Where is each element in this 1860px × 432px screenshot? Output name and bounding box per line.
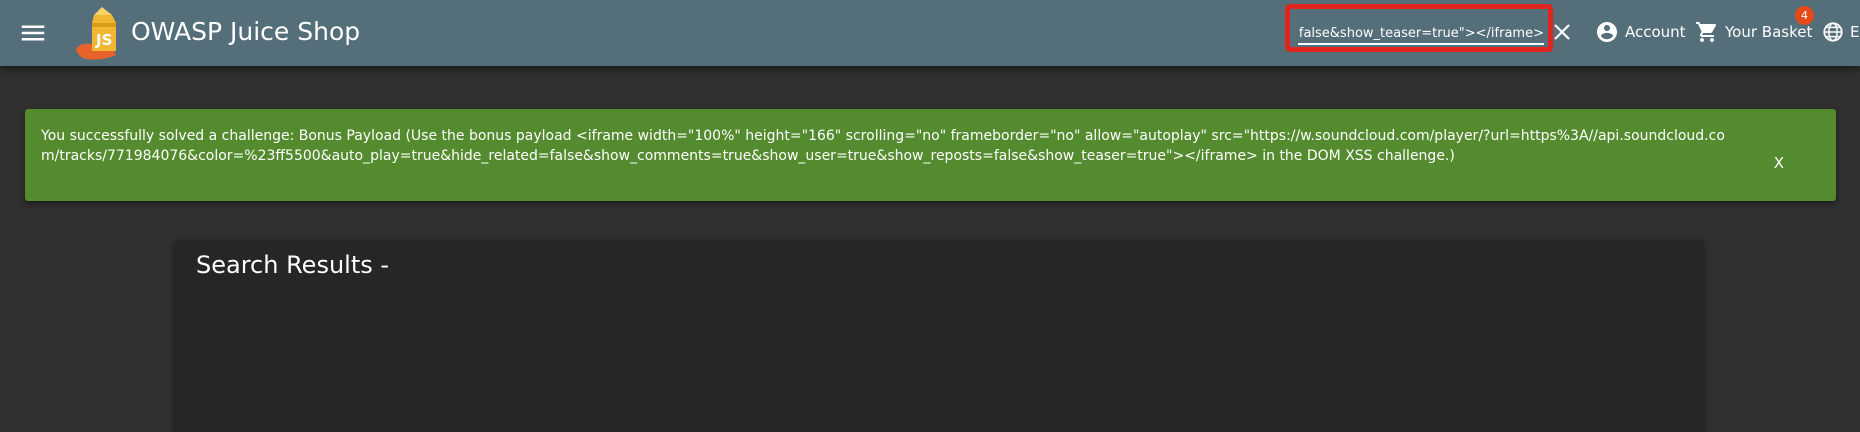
- search-highlight-box: [1285, 4, 1553, 52]
- account-circle-icon: [1597, 22, 1617, 42]
- basket-label: Your Basket: [1725, 23, 1813, 41]
- notification-close-button[interactable]: X: [1774, 154, 1784, 172]
- juice-shop-logo[interactable]: JS: [72, 5, 124, 61]
- basket-button[interactable]: Your Basket: [1695, 18, 1812, 46]
- menu-icon: [21, 25, 45, 41]
- search-results-title: Search Results -: [196, 251, 390, 279]
- language-label: E: [1850, 23, 1860, 41]
- svg-text:JS: JS: [95, 31, 112, 49]
- basket-count-badge: 4: [1795, 6, 1814, 25]
- search-clear-button[interactable]: [1550, 20, 1574, 44]
- menu-button[interactable]: [18, 18, 48, 48]
- challenge-solved-notification: You successfully solved a challenge: Bon…: [25, 109, 1836, 201]
- notification-message: You successfully solved a challenge: Bon…: [41, 128, 1725, 164]
- account-label: Account: [1625, 23, 1686, 41]
- globe-icon: [1823, 22, 1843, 42]
- app-title[interactable]: OWASP Juice Shop: [131, 15, 360, 49]
- account-button[interactable]: Account: [1595, 18, 1686, 46]
- language-button[interactable]: E: [1822, 18, 1859, 46]
- shopping-cart-icon: [1696, 22, 1717, 42]
- close-icon: [1554, 24, 1570, 40]
- top-toolbar: JS OWASP Juice Shop Account Your Basket …: [0, 0, 1860, 66]
- search-results-card: Search Results -: [175, 241, 1704, 432]
- search-input[interactable]: [1298, 23, 1544, 45]
